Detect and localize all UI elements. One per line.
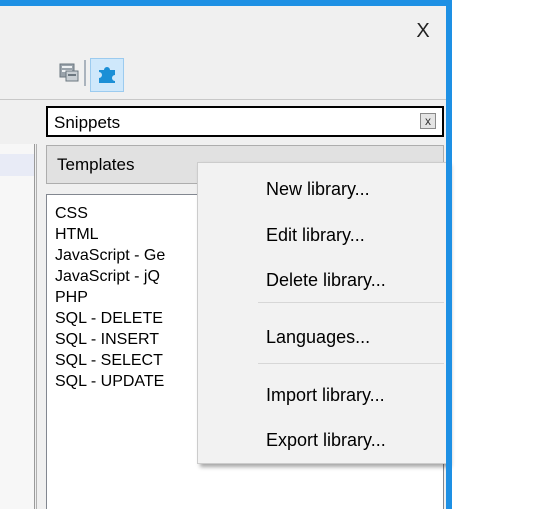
form-icon[interactable] [59,62,79,82]
panel-title-bar [0,0,448,6]
left-pane [0,144,35,509]
window-edge [446,0,452,509]
menu-item-export-library[interactable]: Export library... [266,425,386,455]
menu-item-edit-library[interactable]: Edit library... [266,220,365,250]
list-item[interactable]: JavaScript - jQ [55,266,160,287]
snippets-field-value: Snippets [54,113,121,132]
left-pane-border [36,144,37,509]
templates-dropdown-value: Templates [57,155,135,174]
menu-item-languages[interactable]: Languages... [266,322,370,352]
puzzle-icon [96,62,118,89]
left-pane-selected-row[interactable] [0,154,34,176]
clear-icon[interactable]: x [420,113,436,129]
background-area [452,0,536,509]
list-item[interactable]: HTML [55,224,99,245]
list-item[interactable]: SQL - INSERT [55,329,159,350]
close-button[interactable]: X [408,18,438,44]
menu-item-new-library[interactable]: New library... [266,174,370,204]
list-item[interactable]: SQL - DELETE [55,308,163,329]
list-item[interactable]: SQL - SELECT [55,350,163,371]
snippets-field[interactable]: Snippets x [46,106,444,137]
list-item[interactable]: PHP [55,287,88,308]
menu-item-delete-library[interactable]: Delete library... [266,265,386,295]
menu-separator [258,363,444,364]
toolbar-separator [84,60,86,86]
puzzle-toggle-button[interactable] [90,58,124,92]
list-item[interactable]: SQL - UPDATE [55,371,164,392]
toolbar-divider [0,99,448,100]
list-item[interactable]: CSS [55,203,88,224]
list-item[interactable]: JavaScript - Ge [55,245,165,266]
menu-separator [258,302,444,303]
menu-item-import-library[interactable]: Import library... [266,380,385,410]
library-context-menu: New library... Edit library... Delete li… [197,162,448,464]
